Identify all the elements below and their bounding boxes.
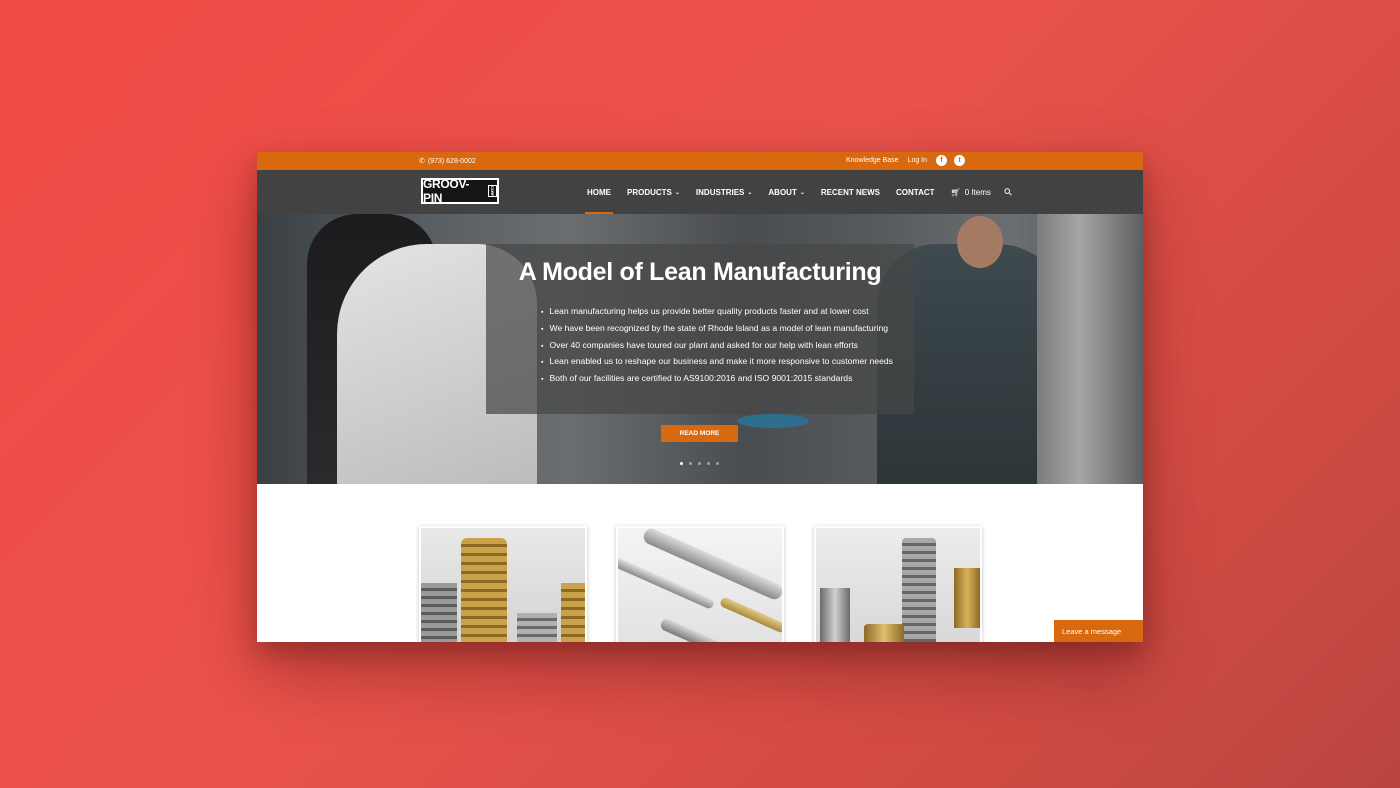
nav-about[interactable]: ABOUT ⌄ bbox=[768, 170, 804, 214]
product-card-fittings[interactable] bbox=[814, 526, 982, 642]
facebook-icon[interactable]: f bbox=[936, 155, 947, 166]
cart-label: 0 Items bbox=[964, 187, 991, 197]
list-item: Lean manufacturing helps us provide bett… bbox=[541, 304, 893, 321]
chevron-down-icon: ⌄ bbox=[674, 189, 680, 196]
brass-insert-image bbox=[461, 538, 507, 642]
pin-image bbox=[659, 617, 737, 642]
cart-icon: 🛒︎ bbox=[950, 187, 961, 197]
slider-dot[interactable] bbox=[707, 462, 710, 465]
list-item: We have been recognized by the state of … bbox=[541, 321, 893, 338]
slider-dot[interactable] bbox=[698, 462, 701, 465]
hero-bullet-list: Lean manufacturing helps us provide bett… bbox=[541, 304, 893, 388]
hero-photo-machine bbox=[1037, 214, 1143, 484]
main-nav-bar: GROOV-PIN CORP HOME PRODUCTS ⌄ INDUSTRIES… bbox=[257, 170, 1143, 214]
fitting-image bbox=[864, 624, 904, 642]
list-item: Both of our facilities are certified to … bbox=[541, 371, 893, 388]
read-more-button[interactable]: READ MORE bbox=[661, 425, 738, 442]
slider-dot[interactable] bbox=[680, 462, 683, 465]
main-nav: HOME PRODUCTS ⌄ INDUSTRIES ⌄ ABOUT ⌄ RECENT… bbox=[585, 170, 1015, 214]
leave-message-button[interactable]: Leave a message bbox=[1054, 620, 1143, 642]
nav-contact[interactable]: CONTACT bbox=[896, 170, 935, 214]
list-item: Over 40 companies have toured our plant … bbox=[541, 338, 893, 355]
logo-corp: CORP bbox=[488, 184, 497, 198]
phone-number[interactable]: ✆ (973) 628-0002 bbox=[419, 157, 476, 166]
steel-insert-image bbox=[517, 613, 557, 642]
groov-pin-logo[interactable]: GROOV-PIN CORP bbox=[421, 177, 499, 205]
knowledge-base-link[interactable]: Knowledge Base bbox=[846, 157, 899, 164]
top-bar: ✆ (973) 628-0002 Knowledge Base Log In f… bbox=[257, 152, 1143, 170]
browser-page: ✆ (973) 628-0002 Knowledge Base Log In f… bbox=[257, 152, 1143, 642]
nav-industries[interactable]: INDUSTRIES ⌄ bbox=[696, 170, 752, 214]
pin-image bbox=[718, 596, 782, 634]
brass-insert-image bbox=[561, 583, 585, 642]
pin-image bbox=[641, 528, 782, 602]
phone-icon: ✆ bbox=[419, 158, 425, 165]
chevron-down-icon: ⌄ bbox=[799, 189, 805, 196]
product-card-pins[interactable] bbox=[616, 526, 784, 642]
logo-text: GROOV-PIN bbox=[423, 177, 470, 205]
login-link[interactable]: Log In bbox=[908, 157, 927, 164]
hero-slider: A Model of Lean Manufacturing Lean manuf… bbox=[257, 214, 1143, 484]
nav-recent-news[interactable]: RECENT NEWS bbox=[821, 170, 880, 214]
search-icon[interactable]: ⚲ bbox=[1002, 186, 1015, 199]
fitting-image bbox=[902, 538, 936, 642]
slider-dot[interactable] bbox=[689, 462, 692, 465]
fitting-image bbox=[954, 568, 980, 628]
twitter-icon[interactable]: t bbox=[954, 155, 965, 166]
steel-insert-image bbox=[421, 583, 457, 642]
nav-home[interactable]: HOME bbox=[585, 170, 613, 214]
cart-button[interactable]: 🛒︎ 0 Items bbox=[951, 188, 991, 197]
list-item: Lean enabled us to reshape our business … bbox=[541, 354, 892, 371]
slider-dots bbox=[680, 462, 719, 465]
chevron-down-icon: ⌄ bbox=[747, 189, 753, 196]
nav-products[interactable]: PRODUCTS ⌄ bbox=[627, 170, 680, 214]
fitting-image bbox=[820, 588, 850, 642]
hero-photo-stool bbox=[737, 414, 809, 428]
hero-title: A Model of Lean Manufacturing bbox=[518, 258, 882, 286]
phone-text: (973) 628-0002 bbox=[427, 157, 476, 165]
product-card-threaded-inserts[interactable] bbox=[419, 526, 587, 642]
slider-dot[interactable] bbox=[716, 462, 719, 465]
